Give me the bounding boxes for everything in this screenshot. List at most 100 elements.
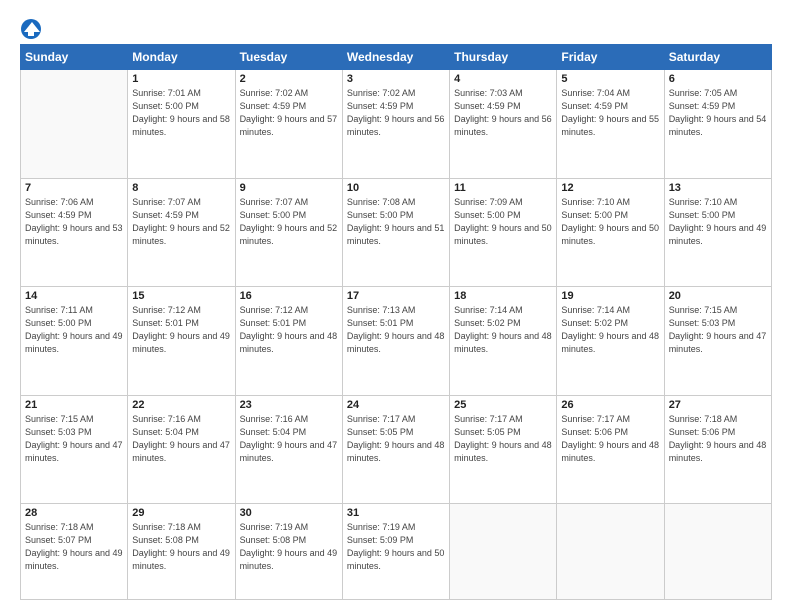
day-cell: 17 Sunrise: 7:13 AMSunset: 5:01 PMDaylig… bbox=[342, 287, 449, 396]
day-cell bbox=[21, 70, 128, 179]
header-day-tuesday: Tuesday bbox=[235, 45, 342, 70]
calendar-body: 1 Sunrise: 7:01 AMSunset: 5:00 PMDayligh… bbox=[21, 70, 772, 600]
day-info: Sunrise: 7:04 AMSunset: 4:59 PMDaylight:… bbox=[561, 88, 659, 137]
day-number: 29 bbox=[132, 507, 230, 519]
day-info: Sunrise: 7:16 AMSunset: 5:04 PMDaylight:… bbox=[240, 414, 338, 463]
day-info: Sunrise: 7:18 AMSunset: 5:07 PMDaylight:… bbox=[25, 522, 123, 571]
day-info: Sunrise: 7:16 AMSunset: 5:04 PMDaylight:… bbox=[132, 414, 230, 463]
day-cell bbox=[450, 504, 557, 600]
day-cell: 7 Sunrise: 7:06 AMSunset: 4:59 PMDayligh… bbox=[21, 178, 128, 287]
header bbox=[20, 16, 772, 40]
day-number: 16 bbox=[240, 290, 338, 302]
day-info: Sunrise: 7:07 AMSunset: 4:59 PMDaylight:… bbox=[132, 197, 230, 246]
day-info: Sunrise: 7:02 AMSunset: 4:59 PMDaylight:… bbox=[347, 88, 445, 137]
day-cell: 1 Sunrise: 7:01 AMSunset: 5:00 PMDayligh… bbox=[128, 70, 235, 179]
day-number: 4 bbox=[454, 73, 552, 85]
day-info: Sunrise: 7:19 AMSunset: 5:08 PMDaylight:… bbox=[240, 522, 338, 571]
week-row-3: 14 Sunrise: 7:11 AMSunset: 5:00 PMDaylig… bbox=[21, 287, 772, 396]
day-cell: 6 Sunrise: 7:05 AMSunset: 4:59 PMDayligh… bbox=[664, 70, 771, 179]
day-number: 12 bbox=[561, 182, 659, 194]
day-info: Sunrise: 7:19 AMSunset: 5:09 PMDaylight:… bbox=[347, 522, 445, 571]
day-info: Sunrise: 7:11 AMSunset: 5:00 PMDaylight:… bbox=[25, 305, 123, 354]
day-cell: 20 Sunrise: 7:15 AMSunset: 5:03 PMDaylig… bbox=[664, 287, 771, 396]
day-number: 11 bbox=[454, 182, 552, 194]
header-day-monday: Monday bbox=[128, 45, 235, 70]
day-number: 21 bbox=[25, 399, 123, 411]
day-cell: 4 Sunrise: 7:03 AMSunset: 4:59 PMDayligh… bbox=[450, 70, 557, 179]
day-info: Sunrise: 7:13 AMSunset: 5:01 PMDaylight:… bbox=[347, 305, 445, 354]
day-number: 31 bbox=[347, 507, 445, 519]
day-info: Sunrise: 7:15 AMSunset: 5:03 PMDaylight:… bbox=[669, 305, 767, 354]
day-cell: 26 Sunrise: 7:17 AMSunset: 5:06 PMDaylig… bbox=[557, 395, 664, 504]
day-info: Sunrise: 7:17 AMSunset: 5:05 PMDaylight:… bbox=[454, 414, 552, 463]
day-number: 2 bbox=[240, 73, 338, 85]
day-info: Sunrise: 7:05 AMSunset: 4:59 PMDaylight:… bbox=[669, 88, 767, 137]
day-cell: 13 Sunrise: 7:10 AMSunset: 5:00 PMDaylig… bbox=[664, 178, 771, 287]
day-info: Sunrise: 7:14 AMSunset: 5:02 PMDaylight:… bbox=[561, 305, 659, 354]
day-cell: 11 Sunrise: 7:09 AMSunset: 5:00 PMDaylig… bbox=[450, 178, 557, 287]
day-number: 9 bbox=[240, 182, 338, 194]
day-cell: 29 Sunrise: 7:18 AMSunset: 5:08 PMDaylig… bbox=[128, 504, 235, 600]
day-cell: 9 Sunrise: 7:07 AMSunset: 5:00 PMDayligh… bbox=[235, 178, 342, 287]
day-number: 25 bbox=[454, 399, 552, 411]
day-cell: 12 Sunrise: 7:10 AMSunset: 5:00 PMDaylig… bbox=[557, 178, 664, 287]
day-info: Sunrise: 7:18 AMSunset: 5:08 PMDaylight:… bbox=[132, 522, 230, 571]
day-cell: 24 Sunrise: 7:17 AMSunset: 5:05 PMDaylig… bbox=[342, 395, 449, 504]
day-info: Sunrise: 7:02 AMSunset: 4:59 PMDaylight:… bbox=[240, 88, 338, 137]
header-day-wednesday: Wednesday bbox=[342, 45, 449, 70]
week-row-2: 7 Sunrise: 7:06 AMSunset: 4:59 PMDayligh… bbox=[21, 178, 772, 287]
logo bbox=[20, 18, 46, 40]
week-row-4: 21 Sunrise: 7:15 AMSunset: 5:03 PMDaylig… bbox=[21, 395, 772, 504]
day-number: 15 bbox=[132, 290, 230, 302]
logo-icon bbox=[20, 18, 42, 40]
day-number: 23 bbox=[240, 399, 338, 411]
day-info: Sunrise: 7:10 AMSunset: 5:00 PMDaylight:… bbox=[669, 197, 767, 246]
day-cell bbox=[664, 504, 771, 600]
day-cell: 23 Sunrise: 7:16 AMSunset: 5:04 PMDaylig… bbox=[235, 395, 342, 504]
day-info: Sunrise: 7:08 AMSunset: 5:00 PMDaylight:… bbox=[347, 197, 445, 246]
day-info: Sunrise: 7:06 AMSunset: 4:59 PMDaylight:… bbox=[25, 197, 123, 246]
day-cell: 21 Sunrise: 7:15 AMSunset: 5:03 PMDaylig… bbox=[21, 395, 128, 504]
day-cell: 15 Sunrise: 7:12 AMSunset: 5:01 PMDaylig… bbox=[128, 287, 235, 396]
day-cell: 25 Sunrise: 7:17 AMSunset: 5:05 PMDaylig… bbox=[450, 395, 557, 504]
day-number: 26 bbox=[561, 399, 659, 411]
day-cell: 22 Sunrise: 7:16 AMSunset: 5:04 PMDaylig… bbox=[128, 395, 235, 504]
day-info: Sunrise: 7:10 AMSunset: 5:00 PMDaylight:… bbox=[561, 197, 659, 246]
day-number: 24 bbox=[347, 399, 445, 411]
day-cell: 31 Sunrise: 7:19 AMSunset: 5:09 PMDaylig… bbox=[342, 504, 449, 600]
day-number: 28 bbox=[25, 507, 123, 519]
day-cell: 27 Sunrise: 7:18 AMSunset: 5:06 PMDaylig… bbox=[664, 395, 771, 504]
day-info: Sunrise: 7:12 AMSunset: 5:01 PMDaylight:… bbox=[132, 305, 230, 354]
header-row: SundayMondayTuesdayWednesdayThursdayFrid… bbox=[21, 45, 772, 70]
day-cell: 3 Sunrise: 7:02 AMSunset: 4:59 PMDayligh… bbox=[342, 70, 449, 179]
day-number: 27 bbox=[669, 399, 767, 411]
day-number: 3 bbox=[347, 73, 445, 85]
day-number: 7 bbox=[25, 182, 123, 194]
day-number: 6 bbox=[669, 73, 767, 85]
day-cell: 19 Sunrise: 7:14 AMSunset: 5:02 PMDaylig… bbox=[557, 287, 664, 396]
day-cell: 18 Sunrise: 7:14 AMSunset: 5:02 PMDaylig… bbox=[450, 287, 557, 396]
day-number: 22 bbox=[132, 399, 230, 411]
day-cell: 28 Sunrise: 7:18 AMSunset: 5:07 PMDaylig… bbox=[21, 504, 128, 600]
header-day-thursday: Thursday bbox=[450, 45, 557, 70]
day-cell: 8 Sunrise: 7:07 AMSunset: 4:59 PMDayligh… bbox=[128, 178, 235, 287]
day-info: Sunrise: 7:01 AMSunset: 5:00 PMDaylight:… bbox=[132, 88, 230, 137]
day-number: 19 bbox=[561, 290, 659, 302]
day-info: Sunrise: 7:18 AMSunset: 5:06 PMDaylight:… bbox=[669, 414, 767, 463]
day-cell: 16 Sunrise: 7:12 AMSunset: 5:01 PMDaylig… bbox=[235, 287, 342, 396]
day-info: Sunrise: 7:09 AMSunset: 5:00 PMDaylight:… bbox=[454, 197, 552, 246]
calendar-header: SundayMondayTuesdayWednesdayThursdayFrid… bbox=[21, 45, 772, 70]
day-cell: 2 Sunrise: 7:02 AMSunset: 4:59 PMDayligh… bbox=[235, 70, 342, 179]
day-info: Sunrise: 7:07 AMSunset: 5:00 PMDaylight:… bbox=[240, 197, 338, 246]
day-number: 17 bbox=[347, 290, 445, 302]
day-cell: 10 Sunrise: 7:08 AMSunset: 5:00 PMDaylig… bbox=[342, 178, 449, 287]
day-number: 20 bbox=[669, 290, 767, 302]
header-day-saturday: Saturday bbox=[664, 45, 771, 70]
day-cell: 14 Sunrise: 7:11 AMSunset: 5:00 PMDaylig… bbox=[21, 287, 128, 396]
day-number: 13 bbox=[669, 182, 767, 194]
day-number: 8 bbox=[132, 182, 230, 194]
week-row-1: 1 Sunrise: 7:01 AMSunset: 5:00 PMDayligh… bbox=[21, 70, 772, 179]
page: SundayMondayTuesdayWednesdayThursdayFrid… bbox=[0, 0, 792, 612]
day-number: 10 bbox=[347, 182, 445, 194]
day-info: Sunrise: 7:17 AMSunset: 5:06 PMDaylight:… bbox=[561, 414, 659, 463]
